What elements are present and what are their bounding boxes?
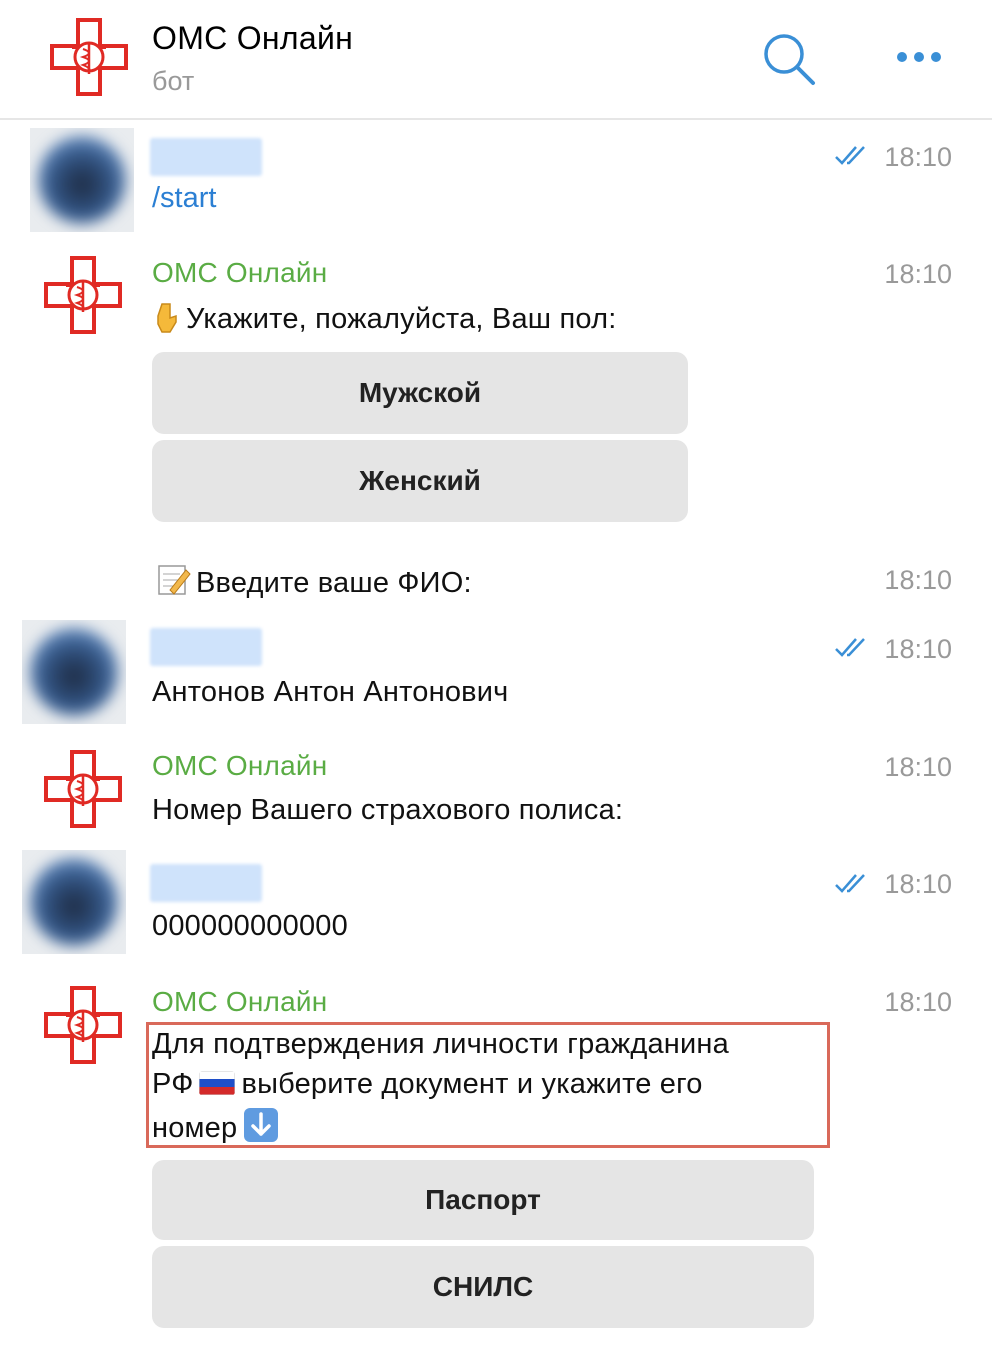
bot-avatar-icon[interactable] [42,984,124,1066]
message-text-fragment: выберите документ и укажите его [241,1068,703,1100]
message-text: Введите ваше ФИО: [156,562,472,600]
snils-button[interactable]: СНИЛС [152,1246,814,1328]
user-avatar[interactable] [22,620,126,724]
bot-logo-icon[interactable] [48,16,130,98]
user-name-blurred [150,138,262,176]
pointing-down-hand-icon [152,302,182,334]
message-time: 18:10 [884,752,952,782]
message-text-content: Введите ваше ФИО: [196,567,472,599]
user-name-blurred [150,628,262,666]
message-text-line-3: номер [152,1107,279,1145]
russia-flag-icon [199,1071,236,1095]
bot-name[interactable]: ОМС Онлайн [152,986,327,1018]
more-dots-icon[interactable] [890,42,950,72]
bot-avatar-icon[interactable] [42,254,124,336]
chat-title[interactable]: ОМС Онлайн [152,20,353,57]
message-time: 18:10 [884,634,952,664]
user-avatar[interactable] [30,128,134,232]
search-icon[interactable] [760,30,818,88]
user-name-blurred [150,864,262,902]
chat-header: ОМС Онлайн бот [0,0,992,120]
down-arrow-icon [243,1107,279,1143]
message-text: Антонов Антон Антонович [152,676,509,708]
message-text-content: Укажите, пожалуйста, Ваш пол: [186,303,617,335]
message-time: 18:10 [884,259,952,289]
message-time: 18:10 [884,869,952,899]
passport-button[interactable]: Паспорт [152,1160,814,1240]
memo-icon [156,562,192,598]
bot-avatar-icon[interactable] [42,748,124,830]
command-link[interactable]: /start [152,182,216,215]
chat-subtitle: бот [152,66,195,96]
message-text-line-2: РФ выберите документ и укажите его [152,1068,703,1101]
message-text: Номер Вашего страхового полиса: [152,794,624,826]
user-avatar[interactable] [22,850,126,954]
gender-female-button[interactable]: Женский [152,440,688,522]
message-time: 18:10 [884,142,952,172]
message-text-fragment: РФ [152,1068,194,1100]
message-time: 18:10 [884,565,952,595]
message-text: 000000000000 [152,910,348,942]
gender-male-button[interactable]: Мужской [152,352,688,434]
message-time: 18:10 [884,987,952,1017]
message-text-line-1: Для подтверждения личности гражданина [152,1028,729,1060]
bot-name[interactable]: ОМС Онлайн [152,257,327,289]
bot-name[interactable]: ОМС Онлайн [152,750,327,782]
message-text-fragment: номер [152,1112,238,1144]
message-text: Укажите, пожалуйста, Ваш пол: [152,302,617,336]
